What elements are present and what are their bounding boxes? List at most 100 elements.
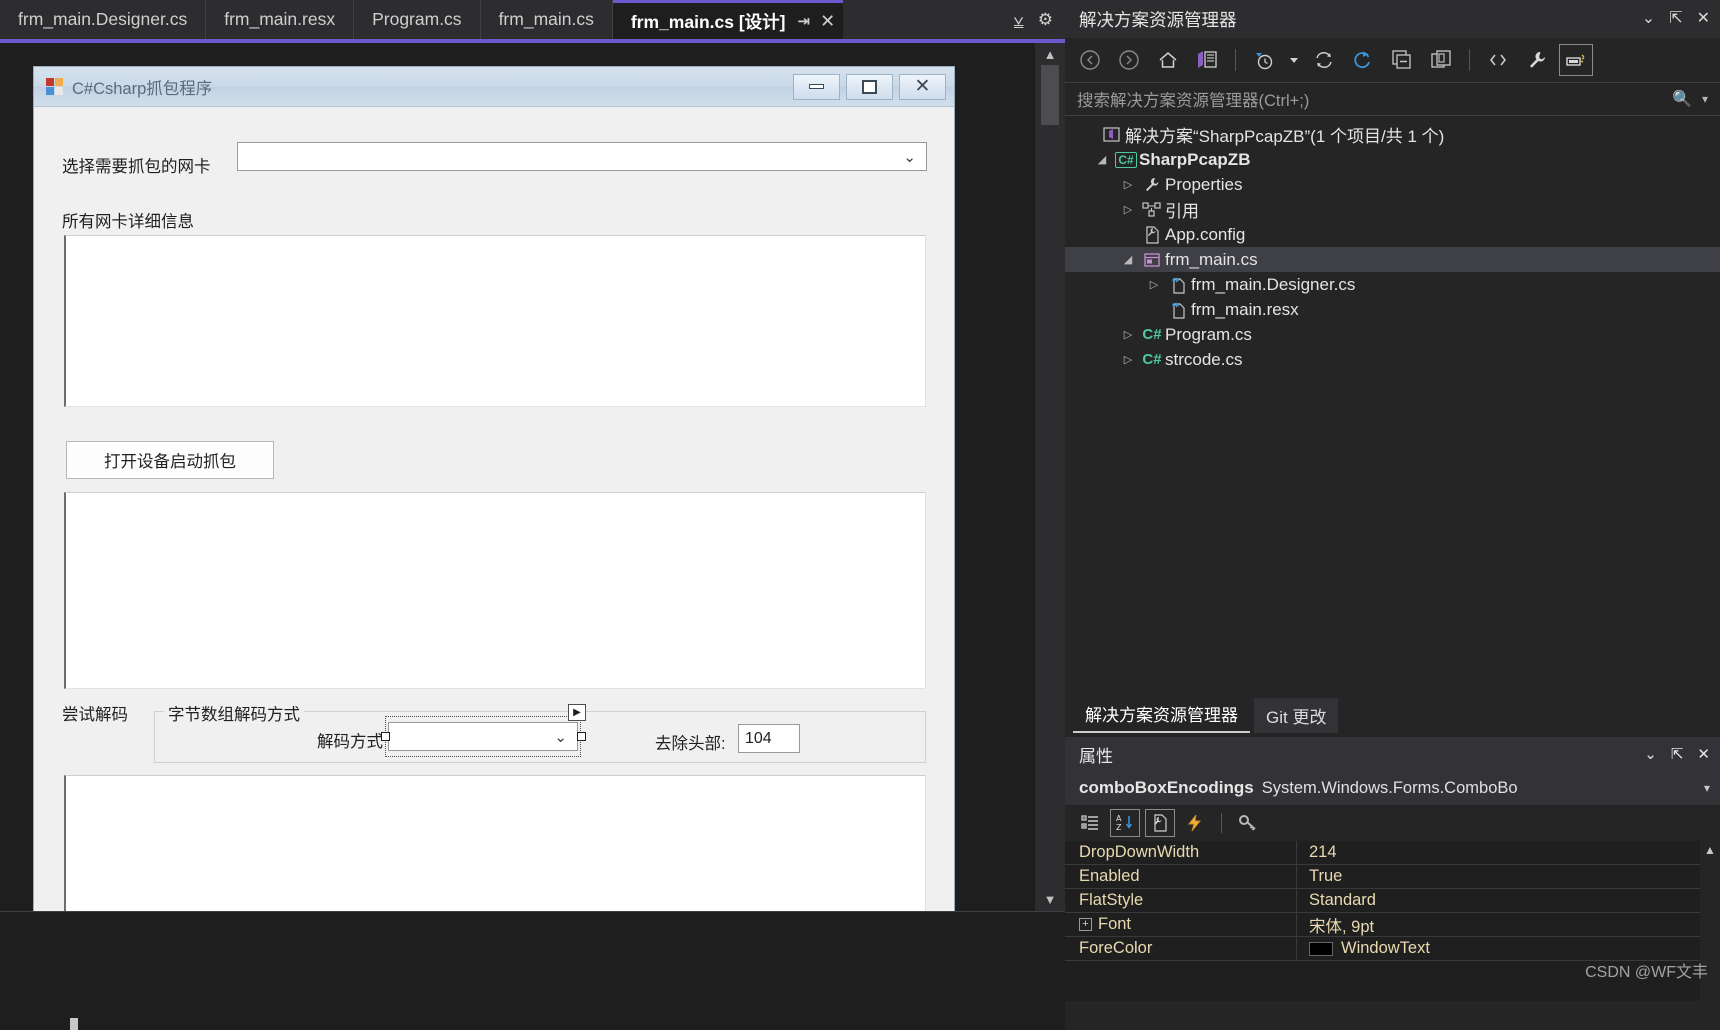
designer-vertical-scrollbar[interactable]: ▲ ▼: [1035, 43, 1065, 911]
expander-icon[interactable]: ▷: [1117, 353, 1139, 366]
tab-frm-main-designer-cs[interactable]: frm_main.Designer.cs: [0, 0, 207, 39]
tree-row-solution[interactable]: 解决方案“SharpPcapZB”(1 个项目/共 1 个): [1065, 122, 1720, 147]
back-arrow-icon[interactable]: [1073, 44, 1107, 76]
solution-explorer-search[interactable]: 搜索解决方案资源管理器(Ctrl+;) 🔍 ▾: [1065, 82, 1720, 116]
property-row[interactable]: + Font 宋体, 9pt: [1065, 913, 1720, 937]
properties-page-icon[interactable]: [1145, 809, 1175, 837]
pin-icon[interactable]: ⇥: [797, 14, 810, 29]
property-value[interactable]: 214: [1297, 843, 1720, 862]
property-value[interactable]: True: [1297, 867, 1720, 886]
tab-git-changes[interactable]: Git 更改: [1254, 698, 1339, 733]
property-value[interactable]: 宋体, 9pt: [1297, 913, 1720, 937]
tree-row-program-cs[interactable]: ▷ C# Program.cs: [1065, 322, 1720, 347]
config-file-icon: [1139, 225, 1165, 244]
tree-row-project-sharppcapzb[interactable]: ◢ C# SharpPcapZB: [1065, 147, 1720, 172]
nic-combobox[interactable]: ⌄: [237, 142, 927, 171]
start-capture-button[interactable]: 打开设备启动抓包: [66, 441, 274, 479]
close-icon[interactable]: ✕: [820, 12, 835, 30]
refresh-icon[interactable]: [1346, 44, 1380, 76]
pin-icon[interactable]: ⇱: [1669, 11, 1682, 27]
property-name: Enabled: [1065, 865, 1297, 888]
tab-frm-main-cs-design[interactable]: frm_main.cs [设计] ⇥ ✕: [612, 0, 844, 39]
resize-handle-right[interactable]: [577, 732, 586, 741]
form-client-area[interactable]: 选择需要抓包的网卡 ⌄ 所有网卡详细信息 打开设备启动抓包 尝试解码 字节数组解…: [34, 107, 954, 911]
winforms-form[interactable]: C#Csharp抓包程序 ✕ 选择需要抓包的网卡 ⌄ 所有网卡详细信息 打开设备…: [33, 66, 955, 911]
form-maximize-button[interactable]: [846, 73, 893, 100]
tab-frm-main-resx[interactable]: frm_main.resx: [206, 0, 355, 39]
scroll-up-arrow-icon[interactable]: ▲: [1044, 47, 1057, 62]
pending-changes-clock-icon[interactable]: [1247, 44, 1281, 76]
form-close-button[interactable]: ✕: [899, 73, 946, 100]
events-lightning-icon[interactable]: [1180, 809, 1210, 837]
properties-window-icon[interactable]: [1559, 44, 1593, 76]
designer-bottom-strip: [0, 911, 1065, 1030]
chevron-down-icon[interactable]: ▾: [1704, 781, 1710, 795]
property-name: Font: [1098, 915, 1132, 933]
categorized-icon[interactable]: [1075, 809, 1105, 837]
scroll-up-arrow-icon[interactable]: ▲: [1700, 841, 1720, 857]
solution-icon: [1099, 126, 1125, 144]
tree-row-properties[interactable]: ▷ Properties: [1065, 172, 1720, 197]
csharp-project-icon: C#: [1113, 151, 1139, 168]
property-pages-key-icon[interactable]: [1233, 809, 1263, 837]
scroll-down-arrow-icon[interactable]: ▼: [1044, 892, 1057, 907]
property-row[interactable]: ForeColor WindowText: [1065, 937, 1720, 961]
tab-frm-main-cs[interactable]: frm_main.cs: [480, 0, 613, 39]
property-row[interactable]: Enabled True: [1065, 865, 1720, 889]
chevron-down-icon[interactable]: ⌄: [1642, 11, 1655, 27]
nic-select-label: 选择需要抓包的网卡: [62, 158, 211, 176]
active-files-dropdown-icon[interactable]: ⩣: [1013, 10, 1023, 30]
forward-arrow-icon[interactable]: [1112, 44, 1146, 76]
tab-solution-explorer[interactable]: 解决方案资源管理器: [1073, 696, 1250, 733]
tree-row-frm-main-designer-cs[interactable]: ▷ frm_main.Designer.cs: [1065, 272, 1720, 297]
pin-icon[interactable]: ⇱: [1671, 745, 1684, 763]
expander-icon[interactable]: ▷: [1117, 328, 1139, 341]
chevron-down-icon[interactable]: ▾: [1702, 92, 1708, 106]
tree-row-strcode-cs[interactable]: ▷ C# strcode.cs: [1065, 347, 1720, 372]
show-all-files-icon[interactable]: [1481, 44, 1515, 76]
dropdown-caret-icon[interactable]: [1286, 44, 1302, 76]
expander-icon[interactable]: ▷: [1143, 278, 1165, 291]
capture-output-textbox[interactable]: [64, 492, 926, 689]
property-value[interactable]: Standard: [1297, 891, 1720, 910]
form-designer-surface[interactable]: C#Csharp抓包程序 ✕ 选择需要抓包的网卡 ⌄ 所有网卡详细信息 打开设备…: [0, 43, 1035, 911]
tab-program-cs[interactable]: Program.cs: [354, 0, 481, 39]
nic-details-textbox[interactable]: [64, 235, 926, 407]
tree-row-app-config[interactable]: App.config: [1065, 222, 1720, 247]
properties-object-selector[interactable]: comboBoxEncodings System.Windows.Forms.C…: [1065, 771, 1720, 805]
chevron-down-icon[interactable]: ⌄: [1644, 745, 1657, 763]
expand-plus-icon[interactable]: +: [1079, 918, 1092, 931]
tab-settings-gear-icon[interactable]: ⚙: [1038, 10, 1053, 30]
smart-tag-button[interactable]: ▶: [568, 704, 586, 721]
collapse-all-icon[interactable]: [1385, 44, 1419, 76]
sync-refresh-icon[interactable]: [1307, 44, 1341, 76]
close-icon[interactable]: ✕: [1697, 745, 1710, 763]
property-value-forecolor[interactable]: WindowText: [1297, 939, 1720, 958]
encoding-combobox[interactable]: ⌄: [388, 722, 578, 751]
home-icon[interactable]: [1151, 44, 1185, 76]
properties-scrollbar[interactable]: ▲: [1700, 841, 1720, 1001]
tab-label: frm_main.cs [设计]: [630, 11, 786, 32]
chevron-down-icon: ⌄: [554, 727, 567, 746]
decode-result-textbox[interactable]: [64, 775, 926, 911]
tree-row-frm-main-cs[interactable]: ◢ frm_main.cs: [1065, 247, 1720, 272]
component-tray-item[interactable]: [70, 1018, 78, 1030]
expander-icon[interactable]: ▷: [1117, 178, 1139, 191]
magnifier-icon[interactable]: 🔍: [1672, 89, 1692, 109]
tree-row-frm-main-resx[interactable]: frm_main.resx: [1065, 297, 1720, 322]
expander-icon[interactable]: ◢: [1117, 253, 1139, 266]
strip-header-textbox[interactable]: 104: [738, 724, 800, 753]
copy-windows-icon[interactable]: [1424, 44, 1458, 76]
expander-icon[interactable]: ◢: [1091, 153, 1113, 166]
properties-wrench-icon[interactable]: [1520, 44, 1554, 76]
solution-view-icon[interactable]: [1190, 44, 1224, 76]
property-row[interactable]: FlatStyle Standard: [1065, 889, 1720, 913]
property-row[interactable]: DropDownWidth 214: [1065, 841, 1720, 865]
expander-icon[interactable]: ▷: [1117, 203, 1139, 216]
resize-handle-left[interactable]: [381, 732, 390, 741]
close-icon[interactable]: ✕: [1697, 11, 1710, 27]
scrollbar-thumb[interactable]: [1041, 65, 1059, 125]
form-minimize-button[interactable]: [793, 73, 840, 100]
tree-row-references[interactable]: ▷ 引用: [1065, 197, 1720, 222]
alphabetical-sort-icon[interactable]: AZ: [1110, 809, 1140, 837]
